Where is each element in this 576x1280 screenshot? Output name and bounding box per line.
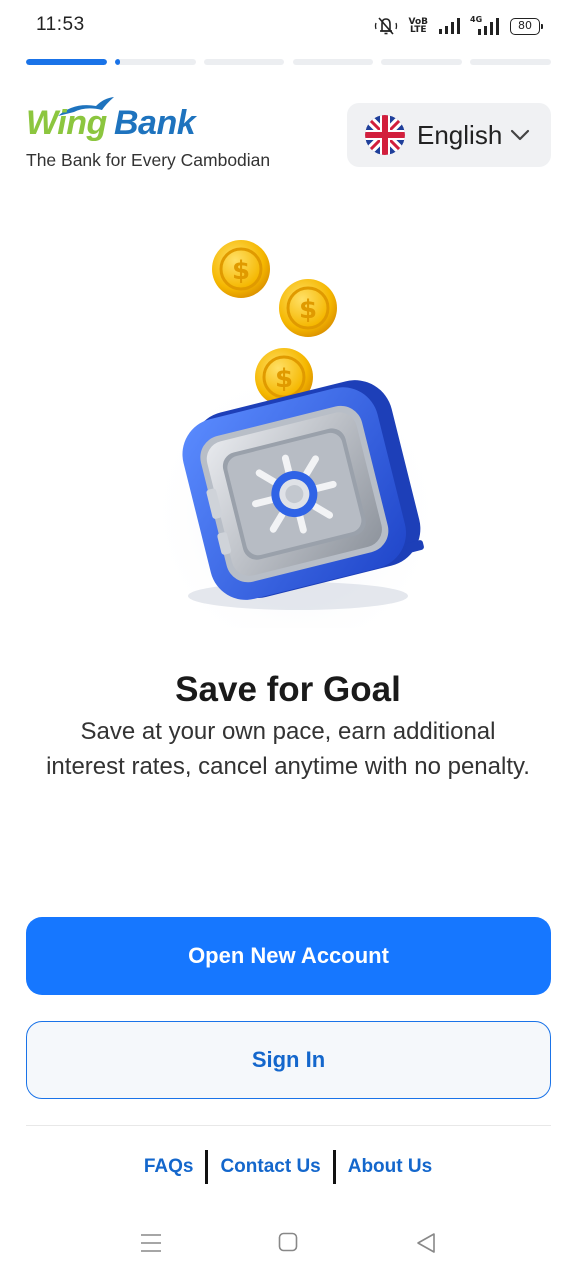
progress-segment-fill (26, 59, 107, 65)
battery-icon: 80 (510, 17, 543, 35)
home-icon[interactable] (278, 1232, 298, 1252)
svg-text:$: $ (232, 256, 250, 286)
svg-text:$: $ (275, 364, 293, 394)
volte-label-bottom: LTE (409, 25, 427, 35)
menu-icon[interactable] (140, 1232, 162, 1254)
battery-level: 80 (518, 18, 532, 32)
brand-word-wing: Wing (26, 104, 107, 142)
footer-separator (332, 1150, 336, 1184)
svg-text:$: $ (299, 295, 317, 325)
status-time: 11:53 (36, 14, 85, 35)
footer-separator (205, 1150, 209, 1184)
open-new-account-button[interactable]: Open New Account (26, 917, 551, 995)
signal-4g-icon: 4G (470, 16, 500, 36)
slide-description: Save at your own pace, earn additional i… (46, 718, 530, 780)
divider (26, 1125, 551, 1126)
status-bar: 11:53 VoB LTE 4G 80 (0, 0, 576, 52)
mute-bell-icon (375, 17, 398, 35)
progress-segment (470, 59, 551, 65)
progress-segment-fill (114, 59, 120, 65)
wing-bank-logo: Wing Bank The Bank for Every Cambodian (26, 96, 326, 176)
onboarding-progress (26, 59, 551, 66)
footer-links: FAQs Contact Us About Us (0, 1150, 576, 1184)
progress-segment (114, 59, 196, 65)
contact-us-link[interactable]: Contact Us (220, 1154, 320, 1180)
status-icons: VoB LTE 4G 80 (374, 15, 543, 37)
coin-icon: $ (212, 240, 270, 298)
progress-segment (381, 59, 463, 65)
brand-word-bank: Bank (114, 104, 196, 142)
sign-in-button[interactable]: Sign In (26, 1021, 551, 1099)
about-us-link[interactable]: About Us (348, 1154, 432, 1180)
uk-flag-icon (365, 115, 405, 155)
faqs-link[interactable]: FAQs (144, 1154, 194, 1180)
progress-segment (292, 59, 374, 65)
coin-icon: $ (279, 279, 337, 337)
slide-title: Save for Goal (175, 670, 401, 709)
language-selector[interactable]: English (347, 103, 551, 167)
volte-icon: VoB LTE (408, 18, 428, 35)
safe-illustration: $ $ $ (148, 240, 438, 628)
system-nav-bar (0, 1222, 576, 1268)
brand-tagline: The Bank for Every Cambodian (26, 150, 271, 170)
language-label: English (417, 119, 503, 150)
chevron-down-icon (511, 129, 530, 141)
progress-segment (203, 59, 285, 65)
signal-icon (439, 18, 460, 34)
progress-segment (26, 59, 107, 65)
back-icon[interactable] (416, 1232, 436, 1254)
